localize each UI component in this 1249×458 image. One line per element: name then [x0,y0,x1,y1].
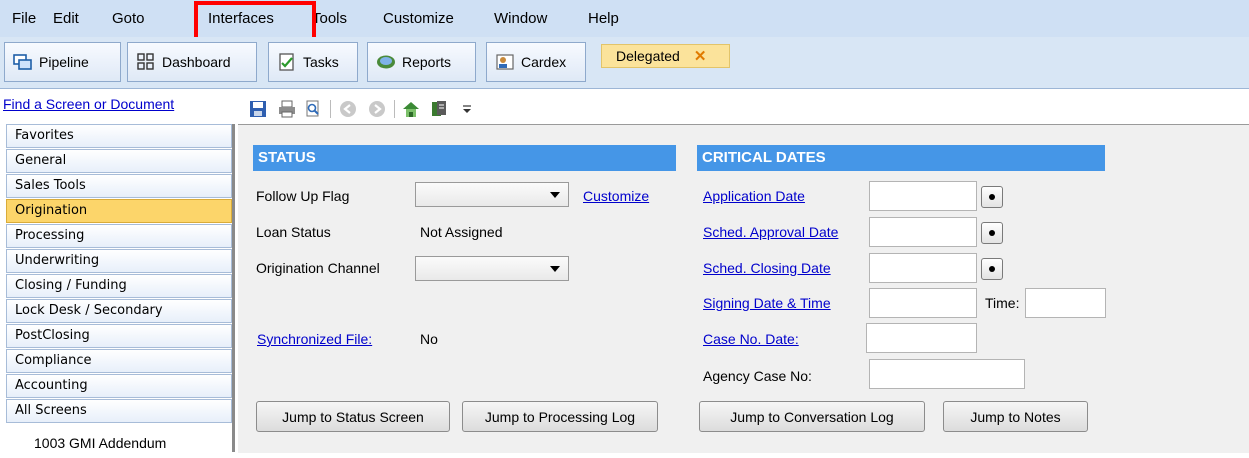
date-picker-icon[interactable] [981,258,1003,280]
menu-help[interactable]: Help [588,10,619,27]
agency-case-no-input[interactable] [869,359,1025,389]
menu-tools[interactable]: Tools [312,10,347,27]
highlight-box [194,1,316,42]
signing-time-input[interactable] [1025,288,1106,318]
case-no-date-input[interactable] [866,323,977,353]
sidebar-item-favorites[interactable]: Favorites [6,124,232,148]
status-header: STATUS [253,145,676,171]
application-date-link[interactable]: Application Date [703,188,805,204]
chevron-down-icon [550,192,560,198]
sidebar-subitem[interactable]: 1003 GMI Addendum [6,428,260,452]
follow-up-flag-select[interactable] [415,182,569,207]
back-icon[interactable] [339,100,357,118]
menu-window[interactable]: Window [494,10,547,27]
sidebar-divider[interactable] [232,124,235,452]
sidebar-item-closing-funding[interactable]: Closing / Funding [6,274,232,298]
pipeline-icon [13,54,32,70]
jump-to-conversation-log-button[interactable]: Jump to Conversation Log [699,401,925,432]
loan-status-value: Not Assigned [420,224,503,240]
customize-link[interactable]: Customize [583,188,649,204]
sidebar-item-underwriting[interactable]: Underwriting [6,249,232,273]
origination-channel-select[interactable] [415,256,569,281]
reports-button[interactable]: Reports [367,42,476,82]
menu-goto[interactable]: Goto [112,10,145,27]
tab-delegated-label: Delegated [616,48,680,64]
dropdown-arrow-icon[interactable] [458,100,476,118]
agency-case-no-label: Agency Case No: [703,368,812,384]
reports-label: Reports [402,54,452,70]
save-icon[interactable] [249,100,267,118]
time-label: Time: [985,295,1020,311]
reports-icon [377,55,395,69]
toolbar-separator [394,100,395,118]
dashboard-label: Dashboard [162,54,231,70]
sidebar-item-origination[interactable]: Origination [6,199,232,223]
menu-customize[interactable]: Customize [383,10,454,27]
sidebar-item-all-screens[interactable]: All Screens [6,399,232,423]
date-picker-icon[interactable] [981,186,1003,208]
signing-date-link[interactable]: Signing Date & Time [703,295,831,311]
date-picker-icon[interactable] [981,222,1003,244]
case-no-date-link[interactable]: Case No. Date: [703,331,799,347]
sidebar-nav: Favorites General Sales Tools Originatio… [6,124,234,452]
jump-to-status-screen-button[interactable]: Jump to Status Screen [256,401,450,432]
sidebar-item-sales-tools[interactable]: Sales Tools [6,174,232,198]
home-icon[interactable] [402,100,420,118]
chevron-down-icon [550,266,560,272]
sidebar-item-lock-desk[interactable]: Lock Desk / Secondary [6,299,232,323]
documents-icon[interactable] [430,100,448,118]
sched-closing-date-link[interactable]: Sched. Closing Date [703,260,831,276]
signing-date-input[interactable] [869,288,977,318]
tasks-label: Tasks [303,54,339,70]
tab-delegated[interactable]: Delegated ✕ [601,44,730,68]
application-date-input[interactable] [869,181,977,211]
close-icon[interactable]: ✕ [694,47,707,65]
toolbar-separator [330,100,331,118]
cardex-icon [496,54,514,70]
jump-to-notes-button[interactable]: Jump to Notes [943,401,1088,432]
sidebar-item-accounting[interactable]: Accounting [6,374,232,398]
dashboard-icon [137,53,154,70]
form-area: STATUS Follow Up Flag Customize Loan Sta… [238,124,1249,453]
tasks-button[interactable]: Tasks [268,42,358,82]
loan-status-label: Loan Status [256,224,331,240]
cardex-button[interactable]: Cardex [486,42,586,82]
origination-channel-label: Origination Channel [256,260,380,276]
preview-icon[interactable] [304,100,322,118]
sidebar-item-compliance[interactable]: Compliance [6,349,232,373]
forward-icon[interactable] [368,100,386,118]
dashboard-button[interactable]: Dashboard [127,42,257,82]
synchronized-file-value: No [420,331,438,347]
tasks-icon [279,53,294,71]
form-toolbar [238,92,1249,124]
sched-approval-date-input[interactable] [869,217,977,247]
menu-file[interactable]: File [12,10,36,27]
pipeline-button[interactable]: Pipeline [4,42,121,82]
jump-to-processing-log-button[interactable]: Jump to Processing Log [462,401,658,432]
pipeline-label: Pipeline [39,54,89,70]
sidebar-item-processing[interactable]: Processing [6,224,232,248]
sched-closing-date-input[interactable] [869,253,977,283]
find-screen-link[interactable]: Find a Screen or Document [3,96,174,112]
sidebar-item-general[interactable]: General [6,149,232,173]
menu-edit[interactable]: Edit [53,10,79,27]
cardex-label: Cardex [521,54,567,70]
print-icon[interactable] [278,100,296,118]
follow-up-flag-label: Follow Up Flag [256,188,350,204]
critical-dates-header: CRITICAL DATES [697,145,1105,171]
synchronized-file-link[interactable]: Synchronized File: [257,331,372,347]
sched-approval-date-link[interactable]: Sched. Approval Date [703,224,838,240]
sidebar-item-postclosing[interactable]: PostClosing [6,324,232,348]
menu-bar: File Edit Goto Interfaces Tools Customiz… [0,0,1249,37]
